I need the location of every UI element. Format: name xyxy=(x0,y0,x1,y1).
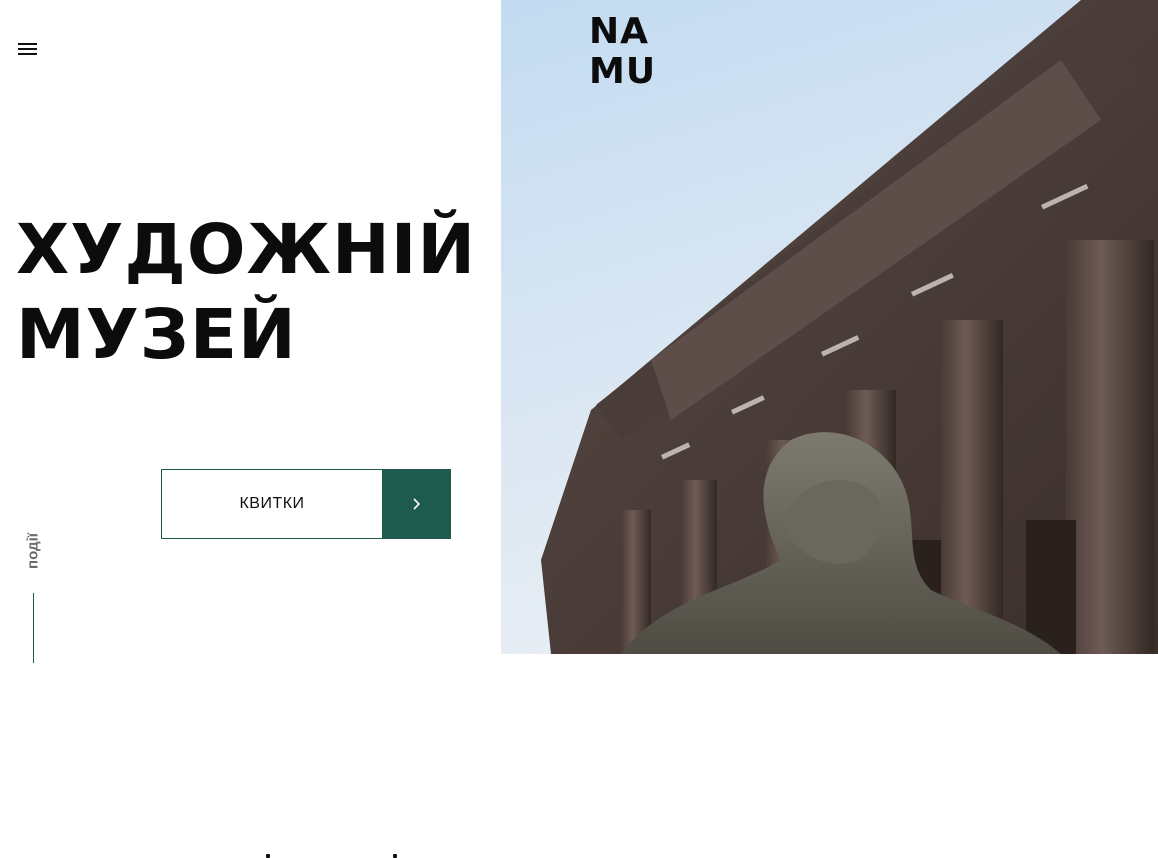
events-divider xyxy=(33,593,34,663)
chevron-right-icon[interactable] xyxy=(382,469,451,539)
museum-photo xyxy=(501,0,1158,654)
next-section-peek xyxy=(260,851,420,858)
site-logo[interactable]: NA MU xyxy=(589,12,656,92)
events-link[interactable]: події xyxy=(23,528,43,574)
page: ХУДОЖНІЙ МУЗЕЙ КВИТКИ події NA MU xyxy=(0,0,1158,858)
title-line-1: ХУДОЖНІЙ xyxy=(16,210,477,290)
tickets-button-label[interactable]: КВИТКИ xyxy=(161,469,382,539)
events-link-label[interactable]: події xyxy=(25,533,42,569)
tickets-button[interactable]: КВИТКИ xyxy=(161,469,451,539)
hamburger-menu-icon[interactable] xyxy=(18,43,38,57)
logo-line-2: MU xyxy=(589,51,657,92)
logo-line-1: NA xyxy=(589,11,649,52)
page-title: ХУДОЖНІЙ МУЗЕЙ xyxy=(16,208,486,378)
title-line-2: МУЗЕЙ xyxy=(16,295,297,375)
